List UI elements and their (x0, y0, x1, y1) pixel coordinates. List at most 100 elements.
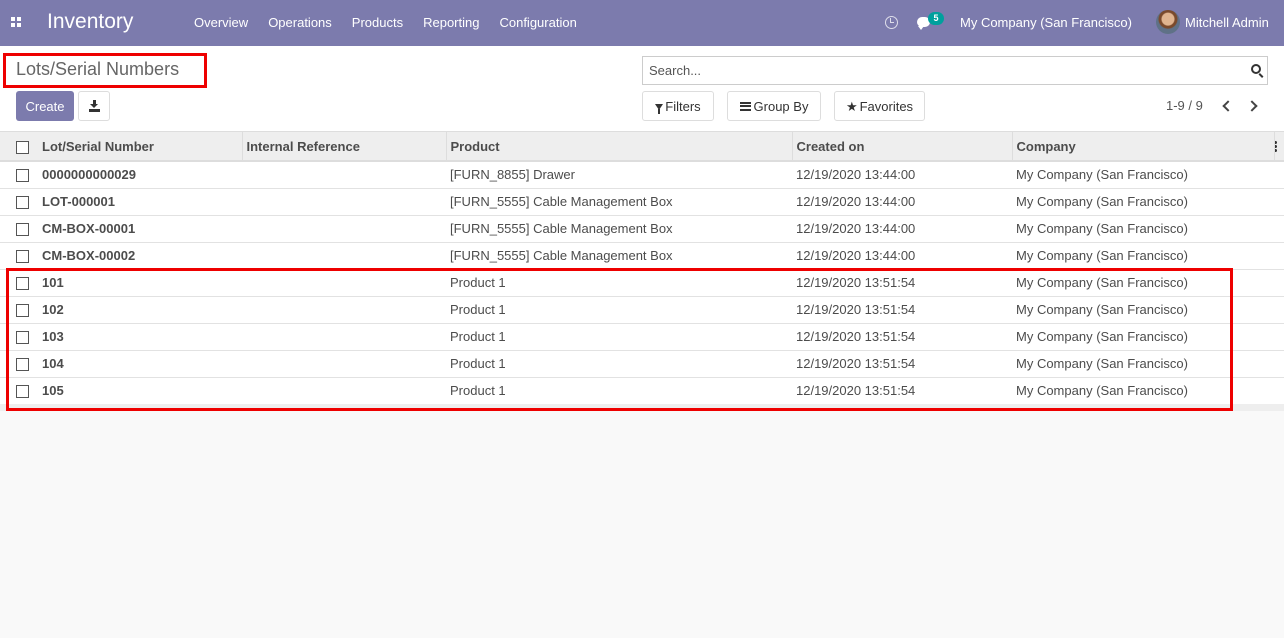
product-cell[interactable]: Product 1 (446, 296, 792, 323)
apps-menu-icon[interactable] (11, 17, 22, 28)
created-on-cell[interactable]: 12/19/2020 13:44:00 (792, 215, 1012, 242)
row-checkbox[interactable] (16, 250, 29, 264)
top-navbar: Inventory Overview Operations Products R… (0, 0, 1284, 46)
table-row[interactable]: LOT-000001 [FURN_5555] Cable Management … (0, 188, 1284, 215)
row-checkbox[interactable] (16, 331, 29, 345)
search-box (642, 56, 1268, 85)
app-name[interactable]: Inventory (47, 10, 133, 34)
create-button[interactable]: Create (16, 91, 74, 121)
lot-name-cell[interactable]: 0000000000029 (38, 161, 242, 188)
row-checkbox[interactable] (16, 223, 29, 237)
product-cell[interactable]: Product 1 (446, 377, 792, 404)
created-on-cell[interactable]: 12/19/2020 13:51:54 (792, 296, 1012, 323)
company-cell[interactable]: My Company (San Francisco) (1012, 242, 1274, 269)
row-checkbox[interactable] (16, 385, 29, 399)
column-header-internal-reference[interactable]: Internal Reference (242, 132, 447, 162)
table-row[interactable]: 101 Product 1 12/19/2020 13:51:54 My Com… (0, 269, 1284, 296)
lot-name-cell[interactable]: 105 (38, 377, 242, 404)
created-on-cell[interactable]: 12/19/2020 13:51:54 (792, 377, 1012, 404)
created-on-cell[interactable]: 12/19/2020 13:44:00 (792, 161, 1012, 188)
filters-button[interactable]: Filters (642, 91, 714, 121)
row-checkbox[interactable] (16, 277, 29, 291)
company-cell[interactable]: My Company (San Francisco) (1012, 350, 1274, 377)
company-cell[interactable]: My Company (San Francisco) (1012, 269, 1274, 296)
company-cell[interactable]: My Company (San Francisco) (1012, 188, 1274, 215)
table-row[interactable]: 105 Product 1 12/19/2020 13:51:54 My Com… (0, 377, 1284, 404)
internal-reference-cell[interactable] (242, 296, 446, 323)
internal-reference-cell[interactable] (242, 242, 446, 269)
user-menu[interactable]: Mitchell Admin (1185, 15, 1269, 30)
company-cell[interactable]: My Company (San Francisco) (1012, 323, 1274, 350)
breadcrumb-title: Lots/Serial Numbers (16, 59, 180, 79)
created-on-cell[interactable]: 12/19/2020 13:51:54 (792, 323, 1012, 350)
product-cell[interactable]: Product 1 (446, 269, 792, 296)
pager-next-icon[interactable] (1245, 97, 1261, 115)
product-cell[interactable]: [FURN_5555] Cable Management Box (446, 188, 792, 215)
created-on-cell[interactable]: 12/19/2020 13:44:00 (792, 188, 1012, 215)
column-header-product[interactable]: Product (446, 132, 793, 162)
user-avatar[interactable] (1156, 10, 1180, 34)
internal-reference-cell[interactable] (242, 377, 446, 404)
row-checkbox[interactable] (16, 304, 29, 318)
company-cell[interactable]: My Company (San Francisco) (1012, 377, 1274, 404)
row-checkbox[interactable] (16, 169, 29, 183)
search-input[interactable] (643, 57, 1243, 84)
lots-list-table: Lot/Serial Number Internal Reference Pro… (0, 132, 1284, 405)
table-row[interactable]: 102 Product 1 12/19/2020 13:51:54 My Com… (0, 296, 1284, 323)
internal-reference-cell[interactable] (242, 323, 446, 350)
lot-name-cell[interactable]: 102 (38, 296, 242, 323)
internal-reference-cell[interactable] (242, 269, 446, 296)
export-button[interactable] (78, 91, 110, 121)
created-on-cell[interactable]: 12/19/2020 13:51:54 (792, 350, 1012, 377)
internal-reference-cell[interactable] (242, 350, 446, 377)
lot-name-cell[interactable]: 101 (38, 269, 242, 296)
product-cell[interactable]: Product 1 (446, 323, 792, 350)
column-header-created-on[interactable]: Created on (792, 132, 1013, 162)
product-cell[interactable]: [FURN_5555] Cable Management Box (446, 242, 792, 269)
internal-reference-cell[interactable] (242, 161, 446, 188)
row-checkbox[interactable] (16, 196, 29, 210)
menu-item-reporting[interactable]: Reporting (413, 0, 489, 46)
chat-count-badge: 5 (928, 12, 944, 25)
product-cell[interactable]: Product 1 (446, 350, 792, 377)
created-on-cell[interactable]: 12/19/2020 13:44:00 (792, 242, 1012, 269)
table-row[interactable]: CM-BOX-00002 [FURN_5555] Cable Managemen… (0, 242, 1284, 269)
menu-item-configuration[interactable]: Configuration (489, 0, 586, 46)
pager-value[interactable]: 1-9 / 9 (1166, 98, 1203, 113)
star-icon: ★ (845, 98, 858, 114)
favorites-button[interactable]: ★ Favorites (834, 91, 925, 121)
control-panel: Lots/Serial Numbers Create Filters Group… (0, 46, 1284, 132)
search-icon[interactable] (1251, 64, 1261, 74)
column-options-icon[interactable] (1274, 132, 1281, 159)
lot-name-cell[interactable]: CM-BOX-00002 (38, 242, 242, 269)
table-row[interactable]: CM-BOX-00001 [FURN_5555] Cable Managemen… (0, 215, 1284, 242)
menu-item-overview[interactable]: Overview (184, 0, 258, 46)
company-cell[interactable]: My Company (San Francisco) (1012, 161, 1274, 188)
lot-name-cell[interactable]: 103 (38, 323, 242, 350)
activity-clock-icon[interactable] (885, 16, 898, 29)
product-cell[interactable]: [FURN_8855] Drawer (446, 161, 792, 188)
select-all-cell (0, 132, 38, 162)
bars-icon (739, 101, 751, 111)
pager-previous-icon[interactable] (1218, 97, 1234, 115)
lot-name-cell[interactable]: LOT-000001 (38, 188, 242, 215)
column-header-company[interactable]: Company (1012, 132, 1275, 162)
menu-item-products[interactable]: Products (342, 0, 413, 46)
column-header-lot[interactable]: Lot/Serial Number (38, 132, 243, 162)
internal-reference-cell[interactable] (242, 215, 446, 242)
created-on-cell[interactable]: 12/19/2020 13:51:54 (792, 269, 1012, 296)
group-by-button[interactable]: Group By (727, 91, 821, 121)
company-switcher[interactable]: My Company (San Francisco) (960, 15, 1132, 30)
company-cell[interactable]: My Company (San Francisco) (1012, 215, 1274, 242)
internal-reference-cell[interactable] (242, 188, 446, 215)
product-cell[interactable]: [FURN_5555] Cable Management Box (446, 215, 792, 242)
lot-name-cell[interactable]: 104 (38, 350, 242, 377)
company-cell[interactable]: My Company (San Francisco) (1012, 296, 1274, 323)
table-row[interactable]: 103 Product 1 12/19/2020 13:51:54 My Com… (0, 323, 1284, 350)
row-checkbox[interactable] (16, 358, 29, 372)
lot-name-cell[interactable]: CM-BOX-00001 (38, 215, 242, 242)
select-all-checkbox[interactable] (16, 140, 29, 154)
table-row[interactable]: 0000000000029 [FURN_8855] Drawer 12/19/2… (0, 161, 1284, 188)
table-row[interactable]: 104 Product 1 12/19/2020 13:51:54 My Com… (0, 350, 1284, 377)
menu-item-operations[interactable]: Operations (258, 0, 342, 46)
